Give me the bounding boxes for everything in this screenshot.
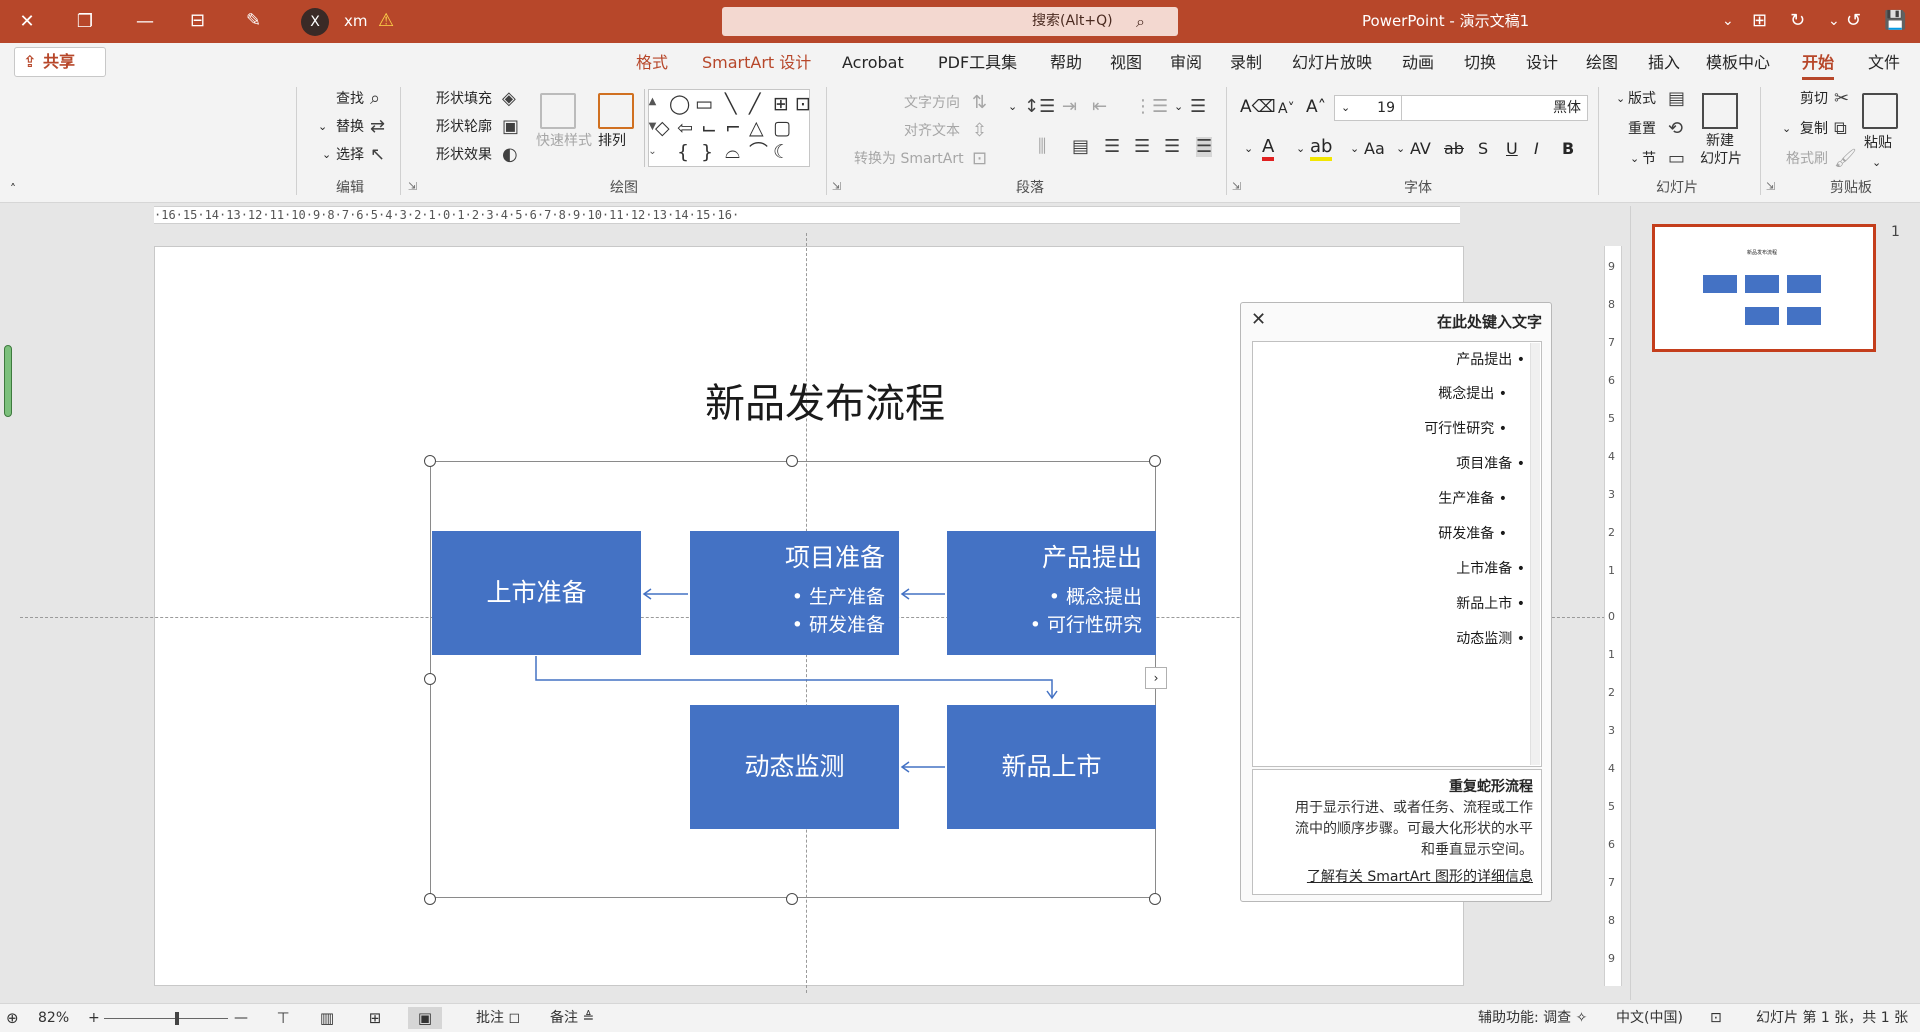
box-bullet: • 生产准备 [791,586,885,608]
text-pane-item[interactable]: 可行性研究 • [1424,419,1507,439]
item-text: 生产准备 [1438,491,1495,507]
ruler-v-tick: 2 [1608,526,1615,539]
text-pane-item[interactable]: 上市准备 • [1456,559,1525,579]
zoom-in-button[interactable]: + [88,1004,100,1032]
status-bar: ⊕ 82% + — ⊤ ▥ ⊞ ▣ 批注 ◻ 备注 ≜ 辅助功能: 调查 ✧ 中… [0,1003,1920,1032]
ruler-v-tick: 3 [1608,488,1615,501]
item-text: 产品提出 [1456,352,1513,368]
smartart-text-pane: 在此处键入文字 ✕ 产品提出 • 概念提出 • 可行性研究 • 项目准备 • 生… [1240,302,1552,902]
item-text: 研发准备 [1438,526,1495,542]
text-pane-description: 重复蛇形流程 用于显示行进、或者任务、流程或工作 流中的顺序步骤。可最大化形状的… [1252,769,1542,895]
text-pane-item[interactable]: 研发准备 • [1438,524,1507,544]
text-pane-list[interactable]: 产品提出 • 概念提出 • 可行性研究 • 项目准备 • 生产准备 • 研发准备… [1252,341,1542,767]
ruler-v-tick: 5 [1608,800,1615,813]
zoom-slider[interactable] [104,1018,228,1019]
text-pane-item[interactable]: 动态监测 • [1456,629,1525,649]
zoom-slider-thumb[interactable] [175,1012,179,1025]
ruler-v-tick: 5 [1608,412,1615,425]
item-text: 项目准备 [1456,456,1513,472]
box-title: 项目准备 [784,543,885,572]
notes-label: 备注 [550,1010,578,1026]
item-text: 可行性研究 [1424,421,1495,437]
thumbnail-title: 新品发布流程 [1747,250,1778,256]
smartart-box-new-launch[interactable]: 新品上市 [947,705,1156,829]
ruler-v-tick: 9 [1608,260,1615,273]
smartart-box-monitoring[interactable]: 动态监测 [690,705,899,829]
box-title: 产品提出 [1041,543,1142,572]
desc-line: 流中的顺序步骤。可最大化形状的水平 [1295,821,1533,837]
text-pane-item[interactable]: 生产准备 • [1438,489,1507,509]
slideshow-view-icon[interactable]: ⊤ [266,1007,300,1029]
ruler-v-tick: 7 [1608,336,1615,349]
notes-button[interactable]: 备注 ≜ [550,1004,594,1032]
ruler-v-tick: 4 [1608,450,1615,463]
smartart-box-project-prep[interactable]: 项目准备 • 生产准备 • 研发准备 [690,531,899,655]
box-title: 上市准备 [486,578,587,607]
box-title: 动态监测 [744,752,845,781]
ruler-v-tick: 6 [1608,838,1615,851]
ruler-v-tick: 8 [1608,298,1615,311]
box-bullet: • 可行性研究 [1029,614,1142,636]
ruler-v-tick: 3 [1608,724,1615,737]
vertical-ruler: 9 8 7 6 5 4 3 2 1 0 1 2 3 4 5 6 7 8 9 [1604,246,1622,986]
layout-name: 重复蛇形流程 [1449,779,1533,795]
text-pane-scrollbar[interactable] [1530,343,1540,765]
box-bullet: • 研发准备 [791,614,885,636]
desc-line: 用于显示行进、或者任务、流程或工作 [1295,800,1533,816]
box-title: 新品上市 [1001,752,1102,781]
ruler-v-tick: 0 [1608,610,1615,623]
fit-to-window-icon[interactable]: ⊕ [6,1004,19,1032]
ruler-v-tick: 7 [1608,876,1615,889]
box-bullet-text: 生产准备 [808,586,885,608]
box-bullet-text: 可行性研究 [1046,614,1142,636]
text-pane-title: 在此处键入文字 [1437,313,1543,331]
thumbnail-box [1703,275,1737,293]
accessibility-label: 辅助功能: 调查 [1478,1010,1572,1026]
item-text: 动态监测 [1456,631,1513,647]
box-bullet-text: 研发准备 [808,614,885,636]
box-bullet-text: 概念提出 [1065,586,1142,608]
ruler-v-tick: 2 [1608,686,1615,699]
layout-description: 用于显示行进、或者任务、流程或工作 流中的顺序步骤。可最大化形状的水平 和垂直显… [1265,798,1533,861]
close-icon[interactable]: ✕ [1251,309,1266,330]
ruler-v-tick: 8 [1608,914,1615,927]
smartart-box-launch-prep[interactable]: 上市准备 [432,531,641,655]
box-bullet: • 概念提出 [1048,586,1142,608]
slide-counter: 幻灯片 第 1 张，共 1 张 [1756,1010,1909,1026]
slide-number: 1 [1891,224,1900,240]
slide-thumbnail[interactable]: 新品发布流程 [1652,224,1876,352]
thumbnail-box [1745,307,1779,325]
text-pane-item[interactable]: 新品上市 • [1456,594,1525,614]
spellcheck-icon[interactable]: ⊡ [1710,1004,1722,1032]
language-label: 中文(中国) [1616,1010,1683,1026]
zoom-out-button[interactable]: — [234,1004,248,1032]
comments-button[interactable]: 批注 ◻ [476,1004,520,1032]
slide-sorter-icon[interactable]: ⊞ [358,1007,392,1029]
thumbnail-box [1787,275,1821,293]
thumbnail-box [1745,275,1779,293]
ruler-v-tick: 1 [1608,564,1615,577]
comments-label: 批注 [476,1010,504,1026]
ruler-v-tick: 4 [1608,762,1615,775]
item-text: 概念提出 [1438,386,1495,402]
normal-view-icon[interactable]: ▣ [408,1007,442,1029]
connector-snake [535,656,1053,698]
desc-line: 和垂直显示空间。 [1421,842,1533,858]
smartart-box-product-proposal[interactable]: 产品提出 • 概念提出 • 可行性研究 [947,531,1156,655]
ruler-v-tick: 6 [1608,374,1615,387]
text-pane-item[interactable]: 概念提出 • [1438,384,1507,404]
language-status[interactable]: 中文(中国) [1616,1004,1683,1032]
text-pane-item[interactable]: 项目准备 • [1456,454,1525,474]
ruler-v-tick: 9 [1608,952,1615,965]
ruler-v-tick: 1 [1608,648,1615,661]
reading-view-icon[interactable]: ▥ [310,1007,344,1029]
item-text: 上市准备 [1456,561,1513,577]
zoom-level[interactable]: 82% [38,1004,69,1032]
item-text: 新品上市 [1456,596,1513,612]
accessibility-status[interactable]: 辅助功能: 调查 ✧ [1478,1004,1587,1032]
learn-more-link[interactable]: 了解有关 SmartArt 图形的详细信息 [1307,866,1533,886]
text-pane-item[interactable]: 产品提出 • [1456,350,1525,370]
thumbnail-box [1787,307,1821,325]
